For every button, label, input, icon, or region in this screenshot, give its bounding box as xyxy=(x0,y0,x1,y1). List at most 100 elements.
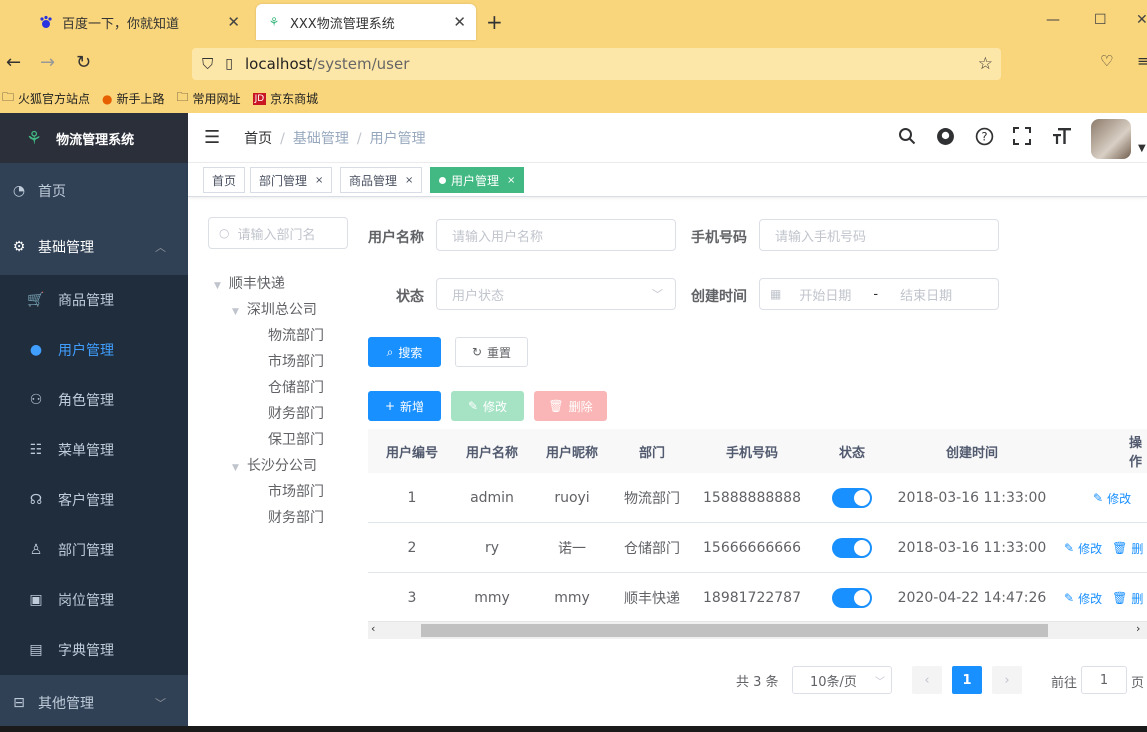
forward-icon[interactable]: → xyxy=(40,52,55,73)
tree-node[interactable]: ▼ 深圳总公司 xyxy=(232,299,317,319)
status-switch[interactable] xyxy=(832,588,872,608)
address-bar[interactable]: ⛉ ▯ localhost/system/user ☆ xyxy=(192,48,1001,80)
cell-phone: 18981722787 xyxy=(703,590,801,606)
sidebar-item-posts[interactable]: ▣ 岗位管理 xyxy=(0,575,188,625)
cell-phone: 15666666666 xyxy=(703,540,801,556)
sidebar-item-label: 用户管理 xyxy=(58,343,114,359)
new-tab-icon[interactable]: + xyxy=(486,10,503,34)
sidebar-item-goods[interactable]: 🛒 商品管理 xyxy=(0,275,188,325)
status-switch[interactable] xyxy=(832,488,872,508)
tree-node[interactable]: 市场部门 xyxy=(268,481,324,501)
prev-page-button[interactable]: ‹ xyxy=(912,666,942,694)
shield-icon[interactable]: ⛉ xyxy=(202,55,213,73)
sidebar-item-home[interactable]: ◔ 首页 xyxy=(0,163,188,219)
sidebar-item-roles[interactable]: ⚇ 角色管理 xyxy=(0,375,188,425)
cell-ops: ✎ 修改 xyxy=(1056,473,1147,523)
tag-goods[interactable]: 商品管理 × xyxy=(340,167,423,193)
row-delete-link[interactable]: 🗑 删 xyxy=(1112,540,1143,557)
sidebar-item-dicts[interactable]: ▤ 字典管理 xyxy=(0,625,188,675)
tree-node[interactable]: ▼ 顺丰快递 xyxy=(214,273,285,293)
browser-tab-bar: 百度一下，你就知道 ✕ ⚘ XXX物流管理系统 ✕ + — ☐ ✕ xyxy=(0,0,1147,44)
leaf-icon: ⚘ xyxy=(268,15,280,29)
add-button[interactable]: + 新增 xyxy=(368,391,441,421)
sidebar-item-depts[interactable]: ♙ 部门管理 xyxy=(0,525,188,575)
tree-node[interactable]: 仓储部门 xyxy=(268,377,324,397)
phone-input[interactable]: 请输入手机号码 xyxy=(759,219,999,251)
back-icon[interactable]: ← xyxy=(6,52,21,73)
table-horizontal-scrollbar[interactable]: ‹ › xyxy=(368,621,1147,639)
close-icon[interactable]: × xyxy=(405,175,413,186)
menu-icon[interactable]: ≡ xyxy=(1137,52,1147,70)
date-range-picker[interactable]: ▦ 开始日期 - 结束日期 xyxy=(759,278,999,310)
close-icon[interactable]: ✕ xyxy=(227,13,240,31)
sidebar-item-menus[interactable]: ☷ 菜单管理 xyxy=(0,425,188,475)
tree-node[interactable]: 财务部门 xyxy=(268,403,324,423)
close-icon[interactable]: × xyxy=(315,175,323,186)
delete-button[interactable]: 🗑 删除 xyxy=(534,391,607,421)
scroll-left-icon[interactable]: ‹ xyxy=(371,622,375,635)
sidebar-item-customers[interactable]: ☊ 客户管理 xyxy=(0,475,188,525)
row-edit-link[interactable]: ✎ 修改 xyxy=(1064,590,1102,607)
sidebar-logo[interactable]: ⚘ 物流管理系统 xyxy=(0,113,188,163)
tree-node[interactable]: 财务部门 xyxy=(268,507,324,527)
column-header: 用户编号 xyxy=(368,429,456,473)
bookmark-item[interactable]: ● 新手上路 xyxy=(102,90,165,107)
search-icon[interactable] xyxy=(898,127,916,150)
username-input[interactable]: 请输入用户名称 xyxy=(436,219,676,251)
tag-home[interactable]: 首页 xyxy=(203,167,246,193)
breadcrumb-item[interactable]: 首页 xyxy=(244,131,272,147)
close-icon[interactable]: ✕ xyxy=(453,13,466,31)
font-size-icon[interactable] xyxy=(1052,127,1072,150)
hamburger-icon[interactable]: ☰ xyxy=(204,127,220,148)
tag-users[interactable]: 用户管理 × xyxy=(430,167,525,193)
tree-node[interactable]: 市场部门 xyxy=(268,351,324,371)
status-select[interactable]: 用户状态 ﹀ xyxy=(436,278,676,310)
goto-page-input[interactable]: 1 xyxy=(1081,666,1127,694)
sidebar-item-users[interactable]: ● 用户管理 xyxy=(0,325,188,375)
refresh-icon: ↻ xyxy=(471,345,483,359)
scrollbar-thumb[interactable] xyxy=(421,624,1048,637)
scroll-right-icon[interactable]: › xyxy=(1136,622,1140,635)
page-number-current[interactable]: 1 xyxy=(952,666,982,694)
edit-icon: ✎ xyxy=(1093,491,1104,505)
plus-icon: + xyxy=(384,399,396,413)
tree-node[interactable]: 物流部门 xyxy=(268,325,324,345)
cell-nickname: 诺一 xyxy=(558,541,586,557)
browser-tab-baidu[interactable]: 百度一下，你就知道 ✕ xyxy=(28,4,250,40)
phone-label: 手机号码 xyxy=(691,230,747,246)
bookmark-item[interactable]: 🗀 火狐官方站点 xyxy=(2,88,90,109)
tree-node[interactable]: 保卫部门 xyxy=(268,429,324,449)
avatar[interactable] xyxy=(1091,119,1131,159)
minimize-icon[interactable]: — xyxy=(1046,12,1060,28)
close-icon[interactable]: × xyxy=(507,175,515,186)
row-edit-link[interactable]: ✎ 修改 xyxy=(1064,540,1102,557)
fullscreen-icon[interactable] xyxy=(1013,127,1031,150)
maximize-icon[interactable]: ☐ xyxy=(1094,12,1107,28)
reload-icon[interactable]: ↻ xyxy=(76,52,91,73)
question-icon[interactable]: ? xyxy=(975,127,994,151)
next-page-button[interactable]: › xyxy=(992,666,1022,694)
bookmark-item[interactable]: 🗀 常用网址 xyxy=(177,88,241,109)
sidebar-item-other[interactable]: ⊟ 其他管理 ﹀ xyxy=(0,675,188,731)
page-size-select[interactable]: 10条/页 ﹀ xyxy=(792,666,892,694)
pocket-icon[interactable]: ♡ xyxy=(1100,52,1113,70)
window-close-icon[interactable]: ✕ xyxy=(1136,12,1147,28)
browser-tab-app[interactable]: ⚘ XXX物流管理系统 ✕ xyxy=(256,4,476,40)
leaf-icon: ⚘ xyxy=(26,127,43,149)
tag-label: 用户管理 xyxy=(451,173,500,188)
github-icon[interactable] xyxy=(936,127,955,151)
edit-button[interactable]: ✎ 修改 xyxy=(451,391,524,421)
edit-icon: ✎ xyxy=(467,399,479,413)
tree-node[interactable]: ▼ 长沙分公司 xyxy=(232,455,317,475)
row-delete-link[interactable]: 🗑 删 xyxy=(1112,590,1143,607)
bookmark-star-icon[interactable]: ☆ xyxy=(978,54,993,74)
caret-down-icon[interactable]: ▼ xyxy=(1138,143,1146,154)
search-button[interactable]: ⌕ 搜索 xyxy=(368,337,441,367)
sidebar-item-basic[interactable]: ⚙ 基础管理 ︿ xyxy=(0,219,188,275)
bookmark-item[interactable]: JD 京东商城 xyxy=(252,90,318,107)
reset-button[interactable]: ↻ 重置 xyxy=(455,337,528,367)
row-edit-link[interactable]: ✎ 修改 xyxy=(1093,490,1131,507)
status-switch[interactable] xyxy=(832,538,872,558)
tag-depts[interactable]: 部门管理 × xyxy=(250,167,333,193)
dept-search-input[interactable]: ○ 请输入部门名 xyxy=(208,217,348,249)
